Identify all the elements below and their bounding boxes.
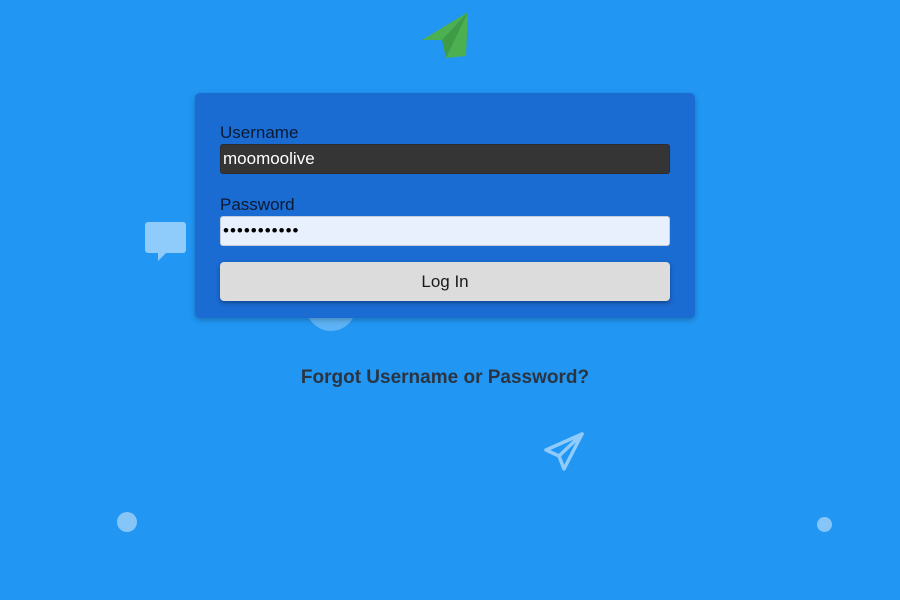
decorative-circle <box>117 512 137 532</box>
username-input[interactable] <box>220 144 670 174</box>
login-form: Username Password Log In <box>195 93 695 318</box>
decorative-circle <box>817 517 832 532</box>
forgot-credentials-link[interactable]: Forgot Username or Password? <box>0 367 890 389</box>
username-label: Username <box>220 123 299 142</box>
password-input[interactable] <box>220 216 670 246</box>
paper-plane-icon <box>422 12 468 58</box>
login-button[interactable]: Log In <box>220 262 670 301</box>
paper-plane-outline-icon <box>544 432 584 471</box>
password-label: Password <box>220 195 295 214</box>
chat-bubble-icon <box>145 222 186 261</box>
